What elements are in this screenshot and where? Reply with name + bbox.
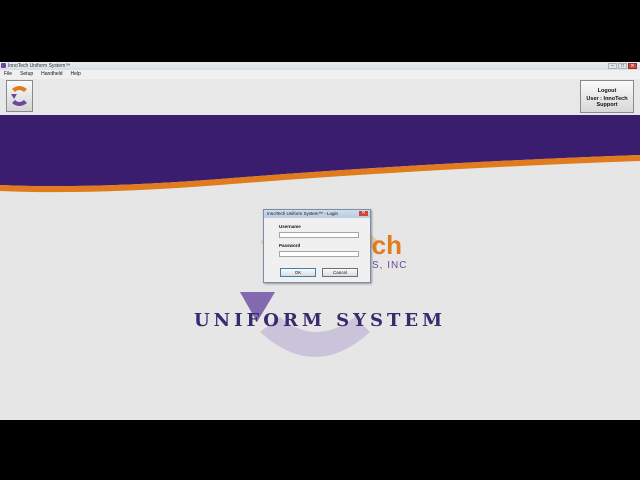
minimize-button[interactable]: – <box>608 63 617 69</box>
password-input[interactable] <box>279 251 359 257</box>
password-label: Password <box>279 243 301 248</box>
window-controls: – □ ✕ <box>608 63 637 69</box>
login-dialog-title: InnoTech Uniform System™ - Login <box>267 211 339 216</box>
window-title: InnoTech Uniform System™ <box>8 63 71 69</box>
current-user-label: User : InnoTech Support <box>586 96 628 108</box>
logout-label: Logout <box>597 88 617 94</box>
menu-setup[interactable]: Setup <box>16 70 37 79</box>
menu-handheld[interactable]: Handheld <box>37 70 66 79</box>
product-title: UNIFORM SYSTEM <box>193 310 447 331</box>
login-dialog: InnoTech Uniform System™ - Login ✕ Usern… <box>263 209 371 283</box>
menu-file[interactable]: File <box>0 70 16 79</box>
maximize-button[interactable]: □ <box>618 63 627 69</box>
home-button[interactable] <box>6 80 33 112</box>
close-window-button[interactable]: ✕ <box>628 63 637 69</box>
username-label: Username <box>279 224 301 229</box>
menu-bar: File Setup Handheld Help <box>0 70 640 79</box>
login-dialog-titlebar: InnoTech Uniform System™ - Login ✕ <box>264 210 370 218</box>
desktop-screen: InnoTech Uniform System™ – □ ✕ File Setu… <box>0 62 640 420</box>
ok-button[interactable]: OK <box>280 268 316 277</box>
menu-help[interactable]: Help <box>67 70 85 79</box>
toolbar: Logout User : InnoTech Support <box>0 79 640 115</box>
window-titlebar: InnoTech Uniform System™ – □ ✕ <box>0 62 640 70</box>
username-input[interactable] <box>279 232 359 238</box>
innotech-logo-icon <box>11 86 27 106</box>
company-suffix: S, INC <box>372 260 408 271</box>
login-close-button[interactable]: ✕ <box>359 211 368 216</box>
app-icon <box>1 63 6 68</box>
logout-button[interactable]: Logout User : InnoTech Support <box>580 80 634 113</box>
cancel-button[interactable]: Cancel <box>322 268 358 277</box>
